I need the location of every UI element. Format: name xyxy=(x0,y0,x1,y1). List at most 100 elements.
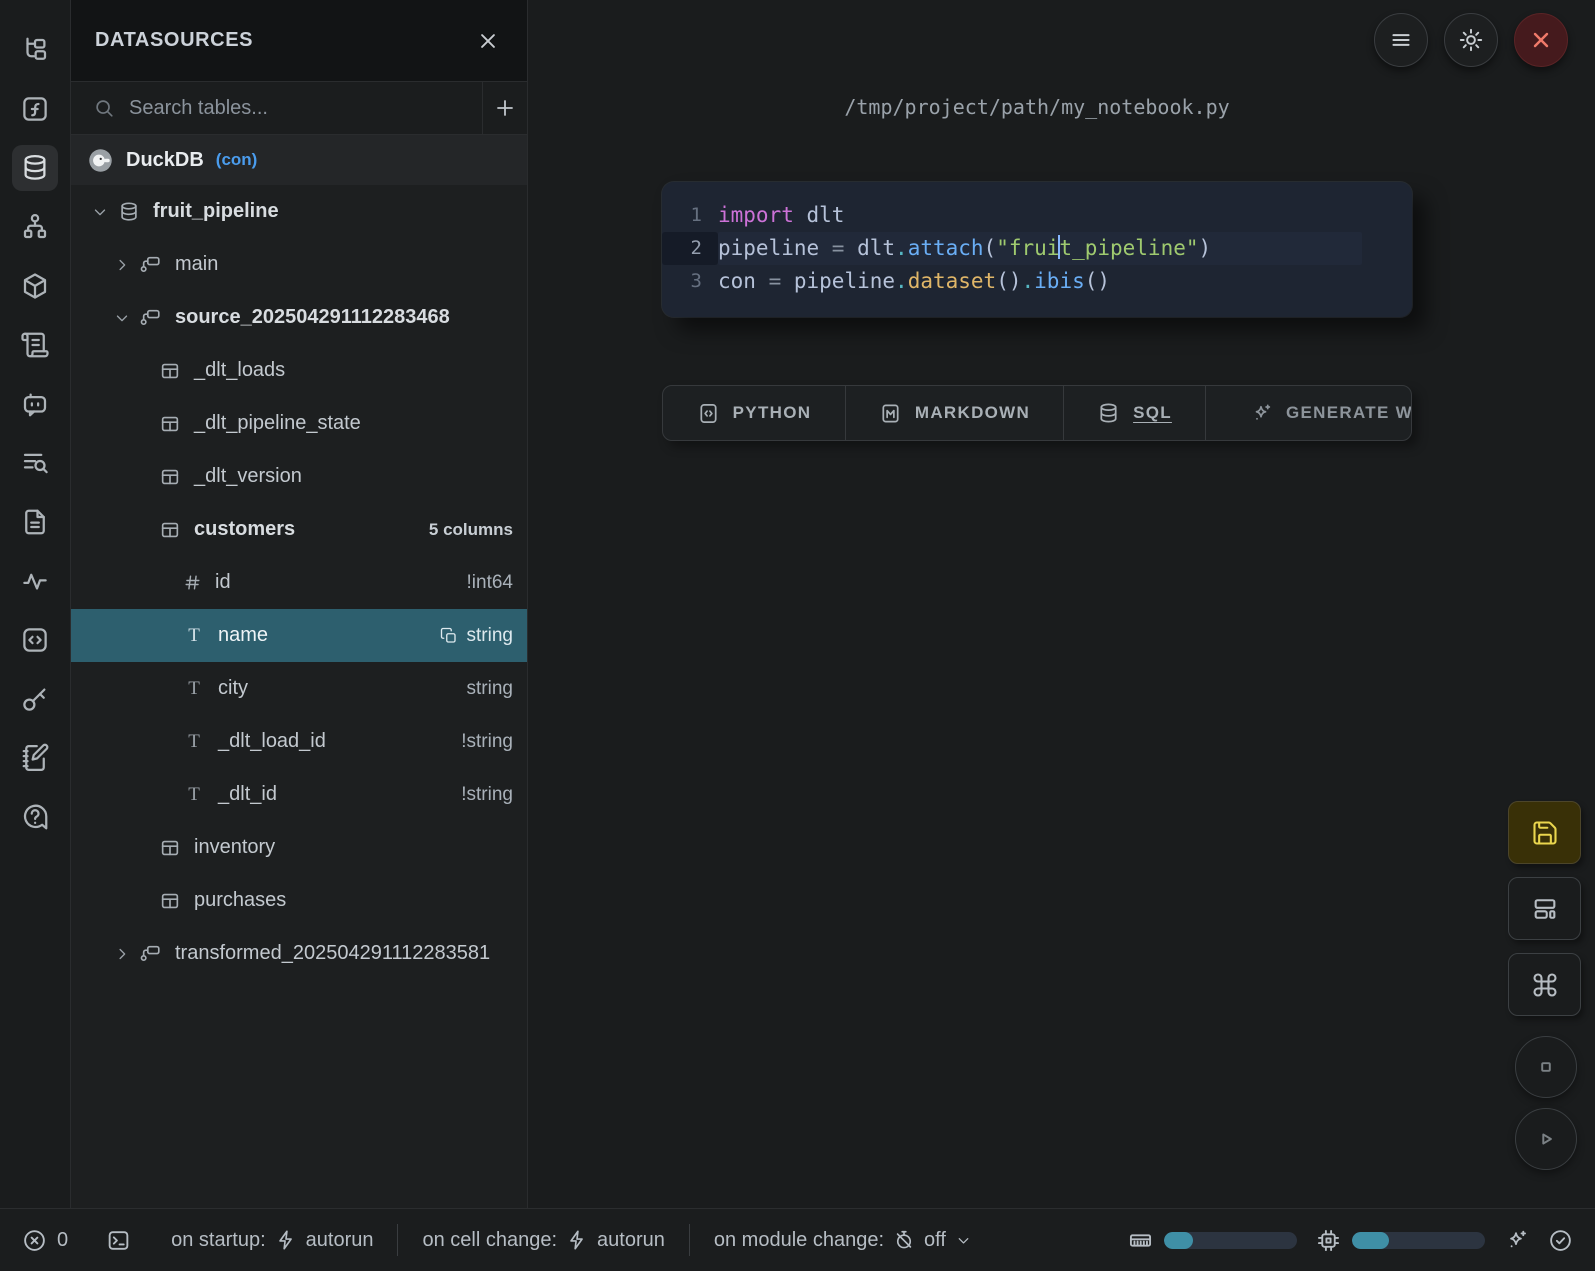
cpu-icon xyxy=(1316,1228,1341,1253)
search-box[interactable] xyxy=(71,82,482,134)
table-icon xyxy=(159,837,181,859)
chevron-down-icon xyxy=(113,309,131,327)
tree-row-schema-main[interactable]: main xyxy=(71,238,527,291)
help-bubble-icon[interactable] xyxy=(12,794,58,840)
tree-row-column-city[interactable]: T city string xyxy=(71,662,527,715)
tree-row-schema-source[interactable]: source_202504291112283468 xyxy=(71,291,527,344)
table-icon xyxy=(159,360,181,382)
add-sql-cell-button[interactable]: SQL xyxy=(1064,386,1206,440)
code-line-3: 3 con = pipeline.dataset().ibis() xyxy=(662,265,1412,298)
tree-row-table-purchases[interactable]: purchases xyxy=(71,874,527,927)
search-input[interactable] xyxy=(129,97,482,120)
database-icon xyxy=(1097,402,1120,425)
layout-toggle-button[interactable] xyxy=(1508,877,1581,940)
activity-pulse-icon[interactable] xyxy=(12,558,58,604)
scratchpad-pen-icon[interactable] xyxy=(12,735,58,781)
connection-row-duckdb[interactable]: DuckDB (con) xyxy=(71,135,527,185)
on-module-change-setting[interactable]: on module change: off xyxy=(714,1229,972,1252)
schema-icon xyxy=(140,307,162,329)
close-panel-icon[interactable] xyxy=(473,26,503,56)
column-type: !string xyxy=(461,731,527,753)
tree-row-database[interactable]: fruit_pipeline xyxy=(71,185,527,238)
divider xyxy=(397,1224,398,1256)
log-search-icon[interactable] xyxy=(12,440,58,486)
save-button[interactable] xyxy=(1508,801,1581,864)
table-icon xyxy=(159,413,181,435)
add-markdown-cell-button[interactable]: MARKDOWN xyxy=(846,386,1064,440)
line-number: 2 xyxy=(662,232,718,265)
notebook-main: /tmp/project/path/my_notebook.py 1 impor… xyxy=(528,0,1595,1208)
terminal-button[interactable] xyxy=(106,1228,131,1253)
table-icon xyxy=(159,519,181,541)
layout-panels-icon xyxy=(1531,895,1559,923)
memory-meter[interactable] xyxy=(1128,1228,1297,1253)
cpu-meter[interactable] xyxy=(1316,1228,1485,1253)
hamburger-icon xyxy=(1388,27,1414,53)
cpu-usage-bar xyxy=(1352,1232,1485,1249)
file-tree-icon[interactable] xyxy=(12,27,58,73)
add-python-cell-button[interactable]: PYTHON xyxy=(663,386,846,440)
chevron-down-icon xyxy=(955,1232,972,1249)
add-cell-bar: PYTHON MARKDOWN SQL GENERATE WIT xyxy=(662,385,1412,441)
package-cube-icon[interactable] xyxy=(12,263,58,309)
text-type-icon: T xyxy=(183,678,205,700)
activity-bar xyxy=(0,0,71,1208)
tree-row-table-dlt-pipeline-state[interactable]: _dlt_pipeline_state xyxy=(71,397,527,450)
text-type-icon: T xyxy=(183,731,205,753)
text-type-icon: T xyxy=(183,625,205,647)
ai-sparkles-icon[interactable] xyxy=(1504,1228,1529,1253)
panel-title: DATASOURCES xyxy=(95,29,253,52)
panel-header: DATASOURCES xyxy=(71,0,527,82)
tree-row-table-dlt-version[interactable]: _dlt_version xyxy=(71,450,527,503)
line-number: 3 xyxy=(662,265,718,298)
connection-name: DuckDB xyxy=(126,149,204,172)
script-scroll-icon[interactable] xyxy=(12,322,58,368)
code-cell[interactable]: 1 import dlt 2 pipeline = dlt.attach("fr… xyxy=(662,182,1412,317)
text-type-icon: T xyxy=(183,784,205,806)
line-number: 1 xyxy=(662,199,718,232)
chevron-right-icon xyxy=(113,256,131,274)
memory-icon xyxy=(1128,1228,1153,1253)
play-icon xyxy=(1533,1126,1559,1152)
error-counter[interactable]: 0 xyxy=(22,1228,68,1253)
chat-bot-icon[interactable] xyxy=(12,381,58,427)
menu-button[interactable] xyxy=(1374,13,1428,67)
close-app-button[interactable] xyxy=(1514,13,1568,67)
connection-alias-badge: (con) xyxy=(216,150,258,170)
stop-button[interactable] xyxy=(1515,1036,1577,1098)
marimo-app: DATASOURCES DuckDB (con) xyxy=(0,0,1595,1271)
database-icon[interactable] xyxy=(12,145,58,191)
close-icon xyxy=(1528,27,1554,53)
save-floppy-icon xyxy=(1531,819,1559,847)
dependency-graph-icon[interactable] xyxy=(12,204,58,250)
tree-row-column-name[interactable]: T name string xyxy=(71,609,527,662)
copy-icon[interactable] xyxy=(440,627,458,645)
file-path: /tmp/project/path/my_notebook.py xyxy=(662,95,1412,119)
sparkles-icon xyxy=(1250,402,1273,425)
tree-row-schema-transformed[interactable]: transformed_202504291112283581 xyxy=(71,927,527,980)
column-type: !int64 xyxy=(467,572,527,594)
schema-icon xyxy=(140,254,162,276)
code-snippet-icon[interactable] xyxy=(12,617,58,663)
tree-row-table-inventory[interactable]: inventory xyxy=(71,821,527,874)
on-startup-setting[interactable]: on startup: autorun xyxy=(171,1229,373,1252)
function-square-icon[interactable] xyxy=(12,86,58,132)
column-type: string xyxy=(440,625,527,647)
tree-row-table-customers[interactable]: customers 5 columns xyxy=(71,503,527,556)
add-datasource-button[interactable] xyxy=(482,82,527,134)
generate-with-ai-button[interactable]: GENERATE WIT xyxy=(1206,386,1411,440)
tree-row-column-dlt-id[interactable]: T _dlt_id !string xyxy=(71,768,527,821)
run-button[interactable] xyxy=(1515,1108,1577,1170)
tree-row-column-dlt-load-id[interactable]: T _dlt_load_id !string xyxy=(71,715,527,768)
table-icon xyxy=(159,466,181,488)
command-palette-button[interactable] xyxy=(1508,953,1581,1016)
connection-ok-icon[interactable] xyxy=(1548,1228,1573,1253)
on-cell-change-setting[interactable]: on cell change: autorun xyxy=(422,1229,664,1252)
stop-square-icon xyxy=(1533,1054,1559,1080)
document-icon[interactable] xyxy=(12,499,58,545)
tree-row-column-id[interactable]: id !int64 xyxy=(71,556,527,609)
tree-row-table-dlt-loads[interactable]: _dlt_loads xyxy=(71,344,527,397)
settings-button[interactable] xyxy=(1444,13,1498,67)
key-icon[interactable] xyxy=(12,676,58,722)
divider xyxy=(689,1224,690,1256)
